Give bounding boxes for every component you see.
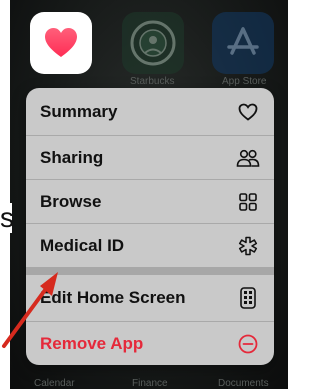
people-icon — [236, 146, 260, 170]
menu-item-label: Medical ID — [40, 235, 125, 255]
minus-circle-icon — [236, 332, 260, 356]
app-store-logo-icon — [227, 27, 259, 55]
menu-item-label: Sharing — [40, 147, 104, 167]
app-store-app-icon[interactable] — [212, 12, 274, 74]
starbucks-app-icon[interactable] — [122, 12, 184, 74]
menu-item-remove-app[interactable]: Remove App — [26, 321, 274, 365]
menu-section-separator — [26, 267, 274, 275]
app-store-label: App Store — [222, 76, 267, 87]
menu-item-edit-home-screen[interactable]: Edit Home Screen — [26, 275, 274, 321]
starbucks-logo-icon — [130, 20, 176, 66]
medical-asterisk-icon — [236, 234, 260, 258]
grid-icon — [236, 190, 260, 214]
finance-label: Finance — [132, 378, 168, 389]
page-margin — [0, 0, 10, 389]
menu-item-label: Browse — [40, 191, 102, 211]
menu-item-label: Edit Home Screen — [40, 288, 186, 307]
starbucks-label: Starbucks — [130, 76, 175, 87]
phone-apps-icon — [236, 286, 260, 310]
menu-item-summary[interactable]: Summary — [26, 88, 274, 135]
calendar-label: Calendar — [34, 378, 75, 389]
menu-item-browse[interactable]: Browse — [26, 179, 274, 223]
health-app-icon[interactable] — [30, 12, 92, 74]
documents-label: Documents — [218, 378, 269, 389]
app-context-menu: Summary Sharing Browse Medical ID Edit H… — [26, 88, 274, 365]
cropped-text: s — [0, 203, 12, 233]
heart-outline-icon — [236, 100, 260, 124]
menu-item-label: Summary — [40, 101, 118, 121]
menu-item-medical-id[interactable]: Medical ID — [26, 223, 274, 267]
menu-item-label: Remove App — [40, 333, 144, 353]
menu-item-sharing[interactable]: Sharing — [26, 135, 274, 179]
heart-icon — [45, 28, 77, 57]
